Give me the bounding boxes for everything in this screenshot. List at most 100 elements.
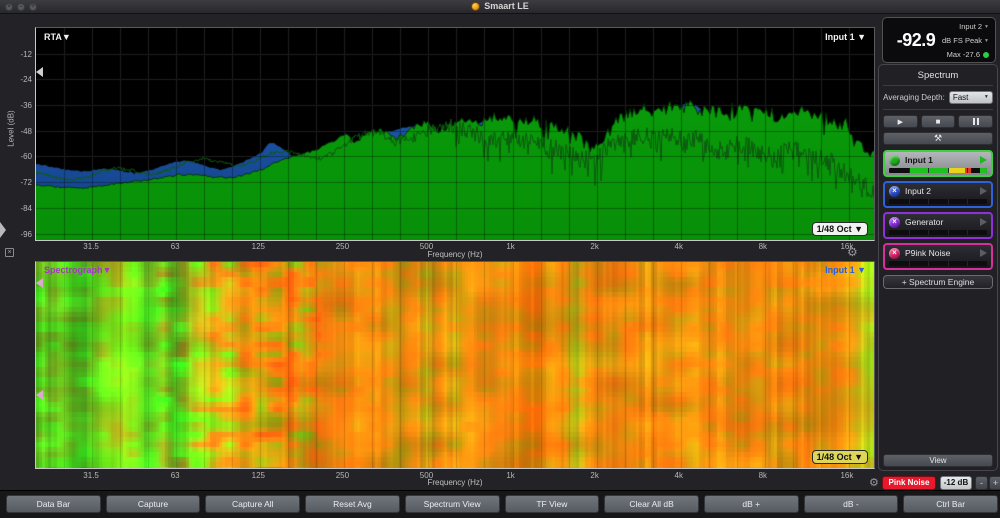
pink-noise-button[interactable]: Pink Noise <box>882 476 936 490</box>
spectrograph-settings-gear-icon[interactable]: ⚙ <box>847 247 858 257</box>
rta-ytick: -60 <box>6 152 32 161</box>
reset-avg-button[interactable]: Reset Avg <box>305 495 400 513</box>
tf-view-button[interactable]: TF View <box>505 495 600 513</box>
engine-label: P9ink Noise <box>905 248 975 258</box>
pause-button[interactable] <box>958 115 993 128</box>
rta-ytick: -12 <box>6 50 32 59</box>
engine-level-meter <box>889 230 987 235</box>
rta-cursor-marker-icon[interactable] <box>36 67 43 77</box>
play-button[interactable]: ▶ <box>883 115 918 128</box>
chevron-down-icon: ▼ <box>984 92 989 103</box>
sidebar: -92.9 Input 2▼ dB FS Peak▼ Max -27.6 Spe… <box>876 14 1000 518</box>
meter-value: -92.9 <box>888 30 944 51</box>
rta-ytick: -72 <box>6 178 32 187</box>
engine-list: Input 1 × Input 2 × Generator × P9ink Noise <box>883 150 993 270</box>
averaging-depth-row: Averaging Depth: Fast▼ <box>883 89 993 108</box>
rta-source-dropdown[interactable]: Input 1 ▼ <box>825 32 866 42</box>
level-meter-readout: -92.9 Input 2▼ dB FS Peak▼ Max -27.6 <box>882 17 996 63</box>
app-icon <box>471 2 480 11</box>
engine-level-meter <box>889 261 987 266</box>
chevron-down-icon: ▼ <box>984 38 989 44</box>
view-button[interactable]: View <box>883 454 993 467</box>
rta-ytick: -36 <box>6 101 32 110</box>
meter-max: Max -27.6 <box>947 50 989 59</box>
generator-level-plus-button[interactable]: + <box>989 476 1000 490</box>
play-icon: ▶ <box>898 119 903 126</box>
ctrl-bar-button[interactable]: Ctrl Bar <box>903 495 998 513</box>
spectrum-panel-title: Spectrum <box>883 68 993 84</box>
spectrograph-x-axis-label: Frequency (Hz) <box>36 478 874 487</box>
add-spectrum-engine-button[interactable]: + Spectrum Engine <box>883 275 993 289</box>
meter-segment <box>948 168 966 173</box>
panel-spacer <box>883 289 993 454</box>
db--button[interactable]: dB - <box>804 495 899 513</box>
engine-play-icon[interactable] <box>980 218 987 226</box>
divider <box>883 109 993 110</box>
spectrograph-collapse-icon[interactable]: × <box>5 248 14 257</box>
engine-row-input-2[interactable]: × Input 2 <box>883 181 993 208</box>
spectrograph-threshold-marker-bottom-icon[interactable] <box>36 390 43 400</box>
engine-play-icon[interactable] <box>980 249 987 257</box>
spectrograph-plot[interactable]: Spectrograph▼ Input 1 ▼ 1/48 Oct ▼ <box>35 261 875 469</box>
engine-settings-button[interactable]: ⚒ <box>883 132 993 145</box>
rta-spectrum-canvas[interactable] <box>36 28 874 240</box>
tools-icon: ⚒ <box>934 133 942 143</box>
spectrograph-type-dropdown[interactable]: Spectrograph▼ <box>44 265 111 275</box>
clear-all-db-button[interactable]: Clear All dB <box>604 495 699 513</box>
signal-present-dot-icon <box>983 52 989 58</box>
rta-ytick: -84 <box>6 204 32 213</box>
rta-plot[interactable]: RTA▼ Input 1 ▼ 1/48 Oct ▼ <box>35 27 875 241</box>
rta-ytick: -24 <box>6 75 32 84</box>
stop-button[interactable]: ■ <box>921 115 956 128</box>
engine-mute-x-icon[interactable]: × <box>889 248 900 259</box>
rta-ytick: -48 <box>6 127 32 136</box>
engine-play-icon[interactable] <box>980 187 987 195</box>
db--button[interactable]: dB + <box>704 495 799 513</box>
capture-all-button[interactable]: Capture All <box>205 495 300 513</box>
stop-icon: ■ <box>936 117 941 126</box>
meter-source-dropdown[interactable]: Input 2▼ <box>959 22 989 31</box>
spectrograph-source-dropdown[interactable]: Input 1 ▼ <box>825 265 866 275</box>
transport-controls: ▶ ■ <box>883 115 993 128</box>
spectrum-panel: Spectrum Averaging Depth: Fast▼ ▶ ■ ⚒ In… <box>878 64 998 471</box>
chevron-down-icon: ▼ <box>984 24 989 30</box>
bottom-control-bar: Data Bar CaptureCapture All Reset Avg Spect… <box>0 490 1000 518</box>
side-drawer-handle-icon[interactable] <box>0 222 6 238</box>
engine-label: Input 2 <box>905 186 975 196</box>
generator-level-minus-button[interactable]: - <box>975 476 988 490</box>
capture-button[interactable]: Capture <box>106 495 201 513</box>
divider <box>883 85 993 86</box>
spectrograph-threshold-marker-top-icon[interactable] <box>36 278 43 288</box>
engine-label: Input 1 <box>905 155 975 165</box>
engine-row-input-1[interactable]: Input 1 <box>883 150 993 177</box>
data-bar-button[interactable]: Data Bar <box>6 495 101 513</box>
engine-level-meter <box>889 199 987 204</box>
bottom-buttons: Data Bar CaptureCapture All Reset Avg Spect… <box>6 495 998 513</box>
meter-segment <box>980 168 987 173</box>
rta-banding-dropdown[interactable]: 1/48 Oct ▼ <box>812 222 868 236</box>
averaging-depth-label: Averaging Depth: <box>883 93 945 102</box>
app-window: × − + Smaart LE Level (dB) -12-24-36-48-… <box>0 0 1000 518</box>
meter-scale-dropdown[interactable]: dB FS Peak▼ <box>942 36 989 45</box>
spectrograph-canvas[interactable] <box>36 262 874 468</box>
spectrograph-banding-dropdown[interactable]: 1/48 Oct ▼ <box>812 450 868 464</box>
title-bar[interactable]: × − + Smaart LE <box>0 0 1000 14</box>
engine-mute-x-icon[interactable]: × <box>889 217 900 228</box>
window-title: Smaart LE <box>0 1 1000 11</box>
spectrum-view-button[interactable]: Spectrum View <box>405 495 500 513</box>
engine-label: Generator <box>905 217 975 227</box>
generator-settings-gear-icon[interactable]: ⚙ <box>869 478 879 488</box>
engine-level-meter <box>889 168 987 173</box>
engine-row-p9ink-noise[interactable]: × P9ink Noise <box>883 243 993 270</box>
engine-settings-row: ⚒ <box>883 132 993 145</box>
rta-ytick: -96 <box>6 230 32 239</box>
rta-x-axis-label: Frequency (Hz) <box>36 250 874 259</box>
engine-mute-x-icon[interactable]: × <box>889 186 900 197</box>
engine-active-dot-icon[interactable] <box>889 155 900 166</box>
engine-row-generator[interactable]: × Generator <box>883 212 993 239</box>
averaging-depth-select[interactable]: Fast▼ <box>949 91 993 104</box>
pause-icon <box>973 118 979 125</box>
generator-level-display[interactable]: -12 dB <box>940 476 972 490</box>
engine-play-icon[interactable] <box>980 156 987 164</box>
rta-type-dropdown[interactable]: RTA▼ <box>44 32 71 42</box>
